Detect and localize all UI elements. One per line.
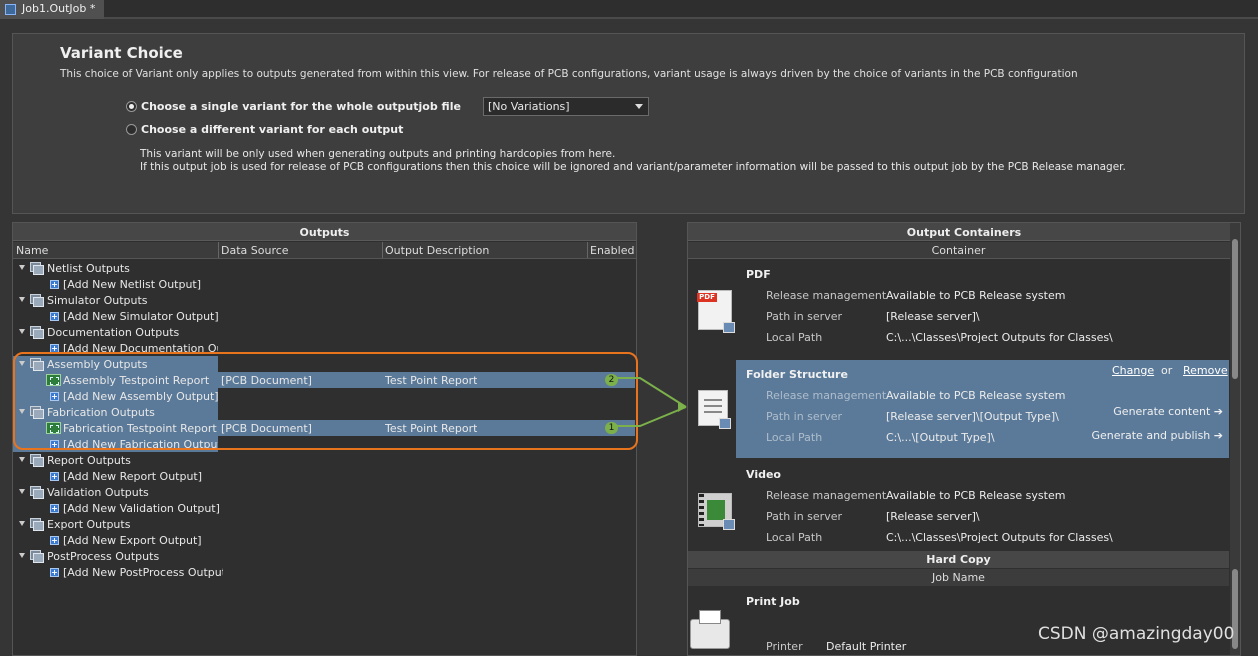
generate-content-label: Generate content (1113, 405, 1211, 418)
local-path-value: C:\...\[Output Type]\ (886, 431, 995, 444)
or-text: or (1161, 364, 1173, 377)
print-job-item[interactable]: Print Job Printer Default Printer (688, 587, 1229, 655)
arrow-right-icon: ➔ (1213, 429, 1223, 442)
generate-publish-button[interactable]: Generate and publish ➔ (1091, 429, 1223, 442)
scrollbar-thumb[interactable] (1232, 239, 1238, 379)
release-label: Release management (766, 489, 887, 502)
print-job-title: Print Job (746, 595, 800, 608)
folder-structure-icon (698, 390, 731, 429)
local-path-value: C:\...\Classes\Project Outputs for Class… (886, 331, 1113, 344)
containers-column-header: Container (688, 242, 1240, 259)
release-value: Available to PCB Release system (886, 389, 1066, 402)
link-line-fabrication (616, 406, 687, 427)
local-path-label: Local Path (766, 531, 823, 544)
release-label: Release management (766, 289, 887, 302)
release-label: Release management (766, 389, 887, 402)
local-path-label: Local Path (766, 431, 823, 444)
path-label: Path in server (766, 510, 843, 523)
path-value: [Release server]\[Output Type]\ (886, 410, 1059, 423)
path-value: [Release server]\ (886, 310, 980, 323)
output-containers-panel: Output Containers Container PDF PDF Rele… (687, 222, 1241, 656)
container-title: Video (746, 468, 781, 481)
release-value: Available to PCB Release system (886, 289, 1066, 302)
arrow-right-icon: ➔ (1213, 405, 1223, 418)
remove-link[interactable]: Remove (1183, 364, 1228, 377)
container-title: PDF (746, 268, 771, 281)
pdf-icon: PDF (697, 290, 735, 333)
release-value: Available to PCB Release system (886, 489, 1066, 502)
col-job-name[interactable]: Job Name (688, 569, 1229, 586)
container-pdf[interactable]: PDF PDF Release management Available to … (688, 260, 1229, 358)
generate-publish-label: Generate and publish (1091, 429, 1211, 442)
containers-title: Output Containers (688, 223, 1240, 241)
container-title: Folder Structure (746, 368, 848, 381)
path-label: Path in server (766, 310, 843, 323)
local-path-value: C:\...\Classes\Project Outputs for Class… (886, 531, 1113, 544)
path-value: [Release server]\ (886, 510, 980, 523)
printer-value: Default Printer (826, 640, 907, 653)
printer-icon (690, 610, 730, 649)
watermark: CSDN @amazingday00 (1038, 624, 1235, 644)
local-path-label: Local Path (766, 331, 823, 344)
generate-content-button[interactable]: Generate content ➔ (1113, 405, 1223, 418)
video-icon (698, 493, 735, 530)
container-folder-structure[interactable]: Folder Structure Change or Remove Releas… (688, 360, 1229, 458)
link-line-assembly (616, 377, 687, 408)
hardcopy-title: Hard Copy (688, 551, 1229, 568)
printer-label: Printer (766, 640, 803, 653)
path-label: Path in server (766, 410, 843, 423)
containers-scrollbar[interactable] (1230, 223, 1240, 551)
container-video[interactable]: Video Release management Available to PC… (688, 460, 1229, 558)
col-container[interactable]: Container (688, 244, 1229, 257)
change-link[interactable]: Change (1112, 364, 1154, 377)
